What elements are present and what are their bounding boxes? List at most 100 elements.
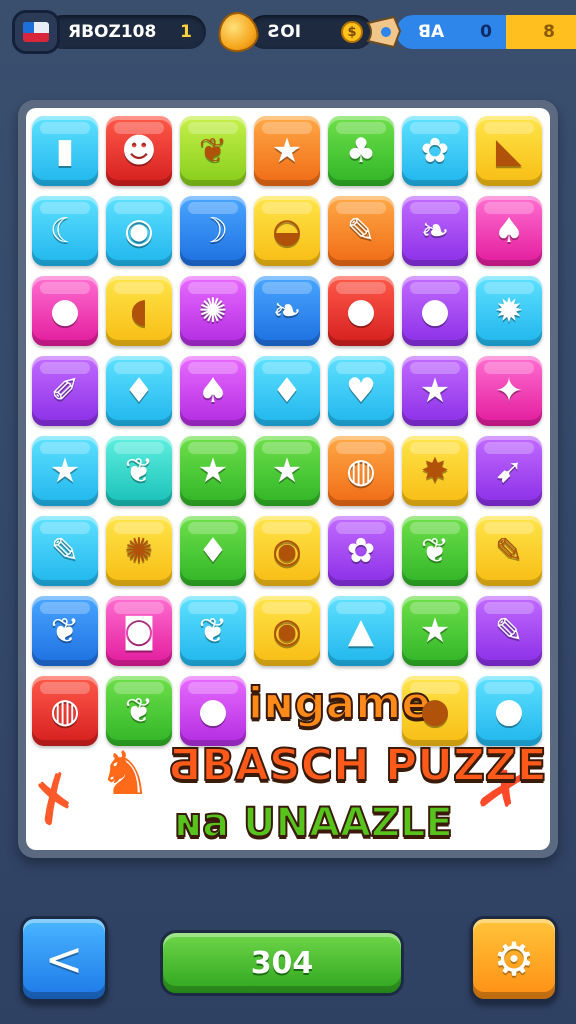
moon-icon: ☽	[197, 211, 229, 251]
splash-icon: ✹	[494, 291, 524, 331]
tile-triangle[interactable]: ◣	[476, 116, 542, 186]
tile-crayon[interactable]: ✎	[32, 516, 98, 586]
leaf-icon: ❦	[198, 611, 228, 651]
tile-pumpkin[interactable]: ●	[32, 276, 98, 346]
tile-knife[interactable]: ✎	[476, 516, 542, 586]
tile-rocket[interactable]: ➹	[476, 436, 542, 506]
tile-berry[interactable]: ♠	[476, 196, 542, 266]
tile-splash[interactable]: ✹	[476, 276, 542, 346]
tile-gem[interactable]: ♦	[180, 516, 246, 586]
tile-corn[interactable]: ✿	[328, 516, 394, 586]
eye-icon: ◉	[272, 531, 302, 571]
ball-icon: ◍	[50, 691, 80, 731]
tile-eye[interactable]: ◉	[254, 516, 320, 586]
tile-star-face[interactable]: ★	[402, 596, 468, 666]
drop-icon: ♦	[271, 371, 303, 411]
tile-battery[interactable]: ▮	[32, 116, 98, 186]
tile-egg[interactable]: ◉	[106, 196, 172, 266]
star-icon: ★	[271, 131, 303, 171]
tickets-label: ꓭA	[418, 22, 445, 42]
tile-leaf[interactable]: ❦	[106, 436, 172, 506]
game-board: ▮ ☻ ❦ ★ ♣ ✿ ◣ ☾ ◉ ☽ ◒ ✎ ❧ ♠ ● ◖ ✺ ❧ ● ● ✹ ✐ ♦ ♠ ♦ ♥ ★ ✦ ★ ❦ ★ ★ ◍ ✸ ➹ ✎ ✺ ♦ ◉ ✿…	[26, 108, 550, 850]
player-hud[interactable]: ЯBOZ108 1	[12, 10, 206, 54]
berry-icon: ♠	[493, 211, 525, 251]
star-icon: ★	[197, 451, 229, 491]
tile-leaf[interactable]: ❦	[402, 516, 468, 586]
title-line-1: iɴgame	[247, 677, 432, 730]
player-level: 1	[180, 22, 192, 42]
tile-drop[interactable]: ♦	[254, 356, 320, 426]
sun-icon: ✺	[124, 531, 154, 571]
tile-drop[interactable]: ♦	[106, 356, 172, 426]
settings-button[interactable]: ⚙	[470, 916, 558, 1002]
star-face-icon: ★	[419, 611, 451, 651]
plum-icon: ●	[420, 291, 450, 331]
title-line-3: ɴa UNAAZLE	[173, 799, 454, 847]
tile-grid: ▮ ☻ ❦ ★ ♣ ✿ ◣ ☾ ◉ ☽ ◒ ✎ ❧ ♠ ● ◖ ✺ ❧ ● ● ✹ ✐ ♦ ♠ ♦ ♥ ★ ✦ ★ ❦ ★ ★ ◍ ✸ ➹ ✎ ✺ ♦ ◉ ✿…	[32, 116, 542, 746]
tile-blob[interactable]: ♣	[328, 116, 394, 186]
tile-drop[interactable]: ●	[476, 676, 542, 746]
leaf-icon: ❦	[124, 451, 154, 491]
tile-carrot[interactable]: ✎	[476, 596, 542, 666]
share-button[interactable]: <	[20, 916, 108, 1002]
tile-leaf[interactable]: ❦	[32, 596, 98, 666]
tile-moon[interactable]: ☽	[180, 196, 246, 266]
tile-flower[interactable]: ✿	[402, 116, 468, 186]
gear-icon: ✺	[198, 291, 228, 331]
flag-icon	[23, 22, 49, 42]
tile-wand[interactable]: ✎	[328, 196, 394, 266]
egg-icon: ◉	[124, 211, 154, 251]
tile-sparkle[interactable]: ✦	[476, 356, 542, 426]
tile-onion[interactable]: ●	[180, 676, 246, 746]
tile-leaf[interactable]: ❧	[402, 196, 468, 266]
tickets-pill: ꓭA 0 8	[396, 15, 576, 49]
tile-star[interactable]: ★	[32, 436, 98, 506]
tile-gear[interactable]: ✺	[180, 276, 246, 346]
tickets-blue-segment: ꓭA 0	[396, 15, 506, 49]
tile-leaf[interactable]: ❦	[180, 596, 246, 666]
tile-burst[interactable]: ✸	[402, 436, 468, 506]
corn-icon: ✿	[346, 531, 376, 571]
score-button[interactable]: 304	[160, 930, 404, 996]
burst-icon: ✸	[420, 451, 450, 491]
pencil-icon: ✐	[50, 371, 80, 411]
tile-basket[interactable]: ◙	[106, 596, 172, 666]
tile-turnip[interactable]: ♠	[180, 356, 246, 426]
tile-leaf[interactable]: ❦	[106, 676, 172, 746]
bean-icon: ♥	[345, 371, 377, 411]
lives-icon	[214, 8, 262, 56]
tile-star[interactable]: ★	[180, 436, 246, 506]
tile-bean[interactable]: ♥	[328, 356, 394, 426]
tile-citrus[interactable]: ◉	[254, 596, 320, 666]
lives-hud[interactable]: ƧOI $	[214, 8, 373, 56]
tile-sun[interactable]: ✺	[106, 516, 172, 586]
tile-shell[interactable]: ◒	[254, 196, 320, 266]
player-avatar[interactable]	[12, 10, 60, 54]
tile-star[interactable]: ★	[254, 116, 320, 186]
tile-ball[interactable]: ◍	[328, 436, 394, 506]
tile-star[interactable]: ★	[402, 356, 468, 426]
banana-icon: ☾	[49, 211, 81, 251]
shell-icon: ◒	[272, 211, 302, 251]
tile-cone[interactable]: ▲	[328, 596, 394, 666]
knife-icon: ✎	[494, 531, 524, 571]
lives-value: ƧOI	[268, 22, 302, 42]
face-icon: ☻	[121, 131, 157, 171]
tile-apple[interactable]: ●	[328, 276, 394, 346]
leaf-icon: ❧	[420, 211, 450, 251]
leaf-icon: ❧	[272, 291, 302, 331]
drop-icon: ♦	[123, 371, 155, 411]
ticket-icon	[366, 15, 402, 49]
tile-leaf[interactable]: ❧	[254, 276, 320, 346]
tile-plum[interactable]: ●	[402, 276, 468, 346]
tile-ball[interactable]: ◍	[32, 676, 98, 746]
tickets-hud[interactable]: ꓭA 0 8	[364, 12, 576, 52]
tile-pepper[interactable]: ❦	[180, 116, 246, 186]
tile-bubble[interactable]: ◖	[106, 276, 172, 346]
tile-face[interactable]: ☻	[106, 116, 172, 186]
tile-star-face[interactable]: ★	[254, 436, 320, 506]
carrot-icon: ✎	[494, 611, 524, 651]
tile-banana[interactable]: ☾	[32, 196, 98, 266]
citrus-icon: ◉	[272, 611, 302, 651]
tile-pencil[interactable]: ✐	[32, 356, 98, 426]
